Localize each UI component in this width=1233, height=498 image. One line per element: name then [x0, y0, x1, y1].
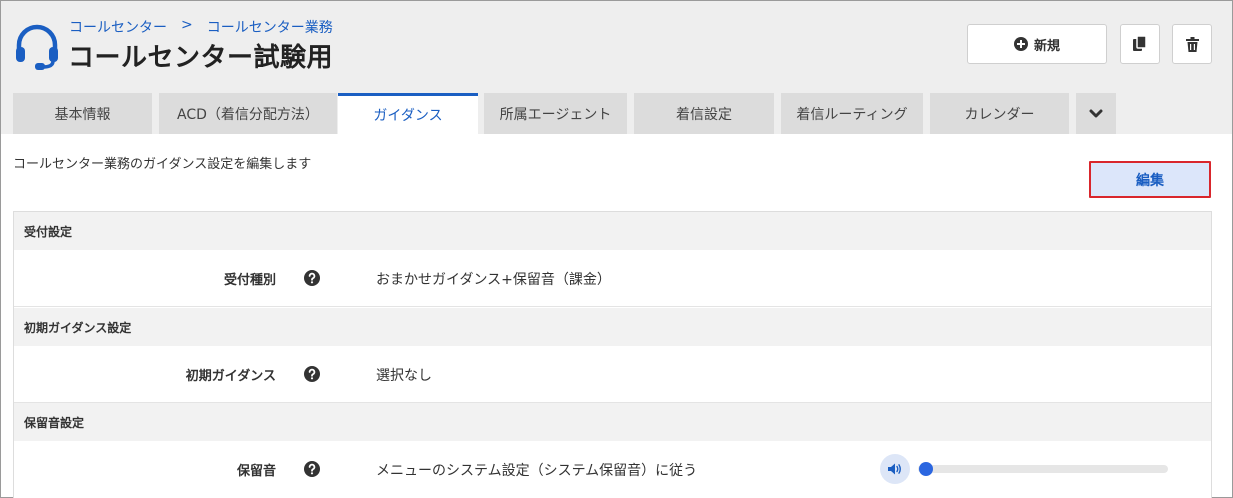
setting-row-hold-music: 保留音 メニューのシステム設定（システム保留音）に従う: [14, 441, 1211, 498]
tab-agents[interactable]: 所属エージェント: [484, 93, 627, 134]
tab-label: ACD（着信分配方法）: [177, 106, 319, 123]
setting-row-initial-guidance: 初期ガイダンス 選択なし: [14, 346, 1211, 403]
breadcrumb-separator: >: [181, 17, 193, 33]
tab-guidance[interactable]: ガイダンス: [338, 93, 478, 134]
tab-label: 所属エージェント: [499, 106, 612, 123]
audio-progress-thumb[interactable]: [919, 462, 933, 476]
tab-label: 着信設定: [676, 106, 732, 123]
question-circle-icon[interactable]: [304, 366, 320, 382]
delete-button[interactable]: [1172, 24, 1212, 64]
tab-incoming-settings[interactable]: 着信設定: [634, 93, 774, 134]
tab-calendar[interactable]: カレンダー: [930, 93, 1069, 134]
setting-row-reception-type: 受付種別 おまかせガイダンス+保留音（課金）: [14, 250, 1211, 307]
question-circle-icon[interactable]: [304, 461, 320, 477]
trash-icon: [1185, 36, 1199, 52]
plus-circle-icon: [1013, 37, 1028, 51]
breadcrumb: コールセンター > コールセンター業務: [69, 17, 333, 37]
section-header-hold-music: 保留音設定: [14, 403, 1211, 441]
tab-more-dropdown[interactable]: [1076, 93, 1116, 134]
page-description: コールセンター業務のガイダンス設定を編集します: [13, 157, 312, 172]
tab-acd[interactable]: ACD（着信分配方法）: [159, 93, 337, 134]
setting-value: メニューのシステム設定（システム保留音）に従う: [376, 462, 698, 479]
setting-label: 受付種別: [223, 273, 276, 288]
chevron-down-icon: [1089, 109, 1103, 117]
section-header-initial-guidance: 初期ガイダンス設定: [14, 308, 1211, 346]
volume-icon: [888, 463, 901, 475]
setting-label: 保留音: [236, 464, 276, 479]
headset-icon: [16, 24, 58, 70]
tab-label: ガイダンス: [373, 108, 443, 124]
guidance-settings-panel: 受付設定 受付種別 おまかせガイダンス+保留音（課金） 初期ガイダンス設定 初期…: [13, 211, 1212, 498]
tab-incoming-routing[interactable]: 着信ルーティング: [781, 93, 923, 134]
audio-progress-track[interactable]: [918, 465, 1168, 473]
setting-label: 初期ガイダンス: [185, 369, 276, 384]
audio-play-button[interactable]: [880, 454, 910, 484]
tab-label: 着信ルーティング: [796, 106, 908, 123]
breadcrumb-current-link[interactable]: コールセンター業務: [207, 17, 333, 37]
new-button[interactable]: 新規: [967, 24, 1107, 64]
tab-label: カレンダー: [964, 106, 1035, 123]
tab-basic-info[interactable]: 基本情報: [13, 93, 152, 134]
setting-value: おまかせガイダンス+保留音（課金）: [376, 271, 611, 288]
setting-value: 選択なし: [376, 367, 432, 384]
page-title: コールセンター試験用: [68, 43, 334, 73]
question-circle-icon[interactable]: [304, 270, 320, 286]
breadcrumb-parent-link[interactable]: コールセンター: [69, 17, 167, 37]
copy-button[interactable]: [1120, 24, 1160, 64]
section-header-reception: 受付設定: [14, 212, 1211, 250]
edit-button[interactable]: 編集: [1089, 161, 1211, 198]
tab-label: 基本情報: [54, 106, 111, 123]
new-button-label: 新規: [1033, 38, 1060, 54]
header: コールセンター > コールセンター業務 コールセンター試験用 新規 基本情報 A…: [1, 1, 1232, 134]
copy-icon: [1133, 36, 1147, 51]
